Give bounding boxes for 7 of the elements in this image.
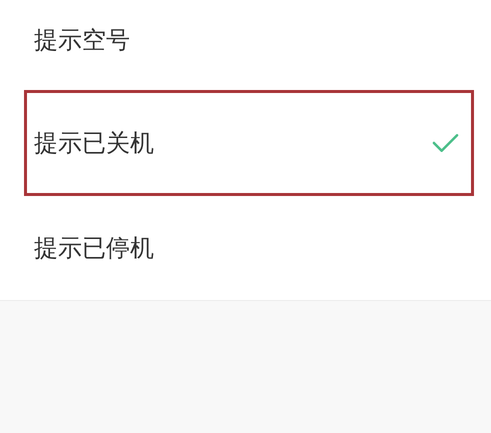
option-row[interactable]: 提示已停机 <box>0 196 491 300</box>
option-label: 提示空号 <box>34 25 130 56</box>
option-label: 提示已停机 <box>34 233 154 264</box>
option-label: 提示已关机 <box>34 128 154 159</box>
option-row[interactable]: 提示空号 <box>0 0 491 86</box>
option-row[interactable]: 提示已关机 <box>24 90 474 196</box>
checkmark-icon <box>432 132 459 154</box>
